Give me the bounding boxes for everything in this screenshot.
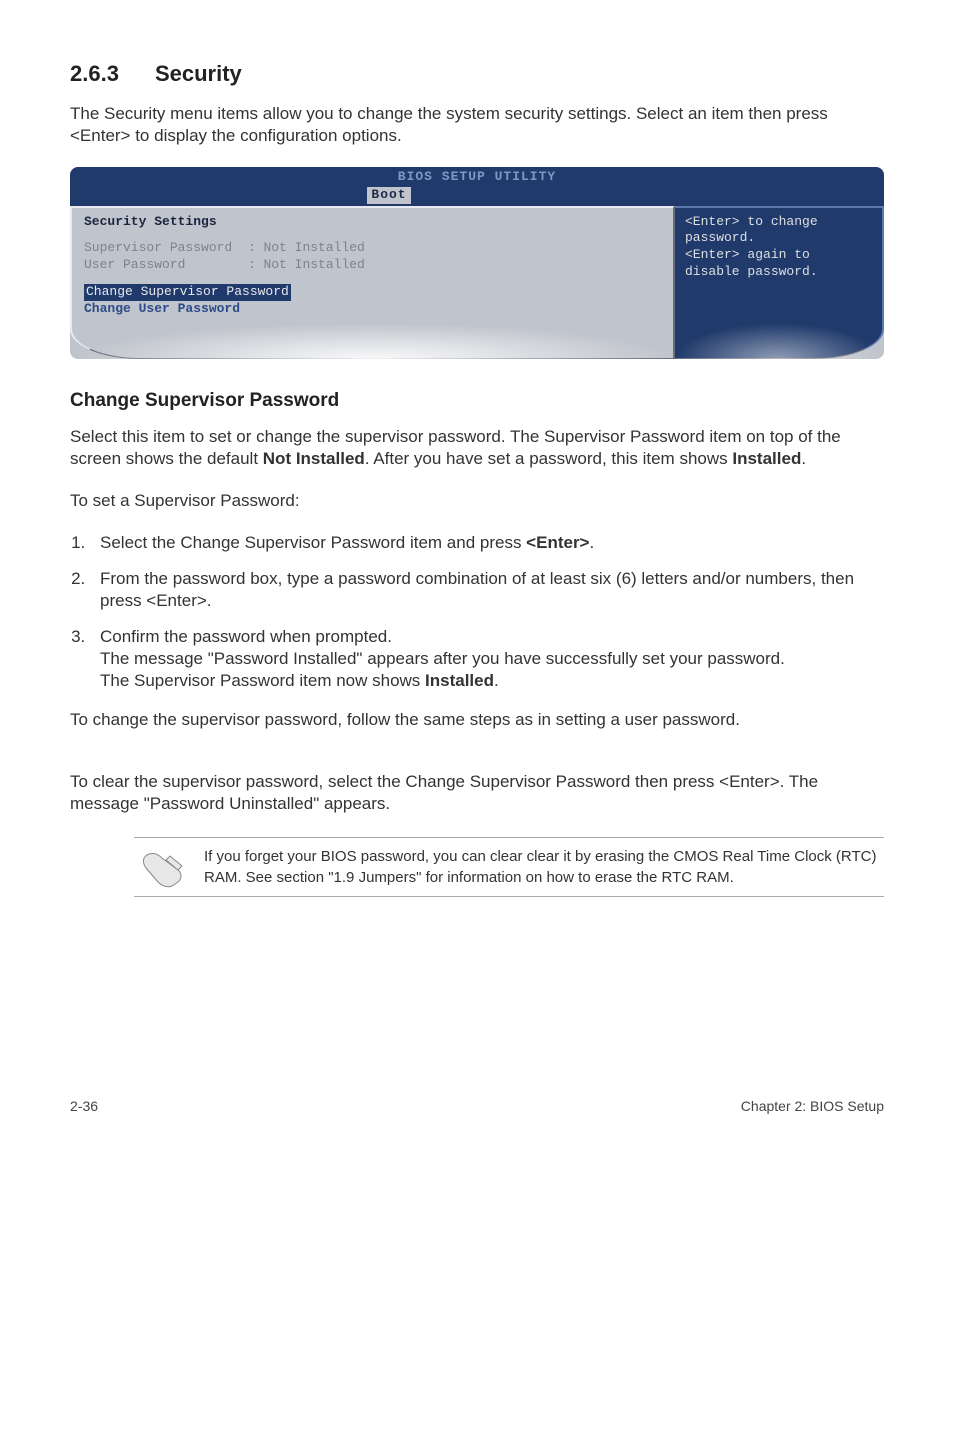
supervisor-password-row: Supervisor Password : Not Installed bbox=[84, 240, 661, 257]
bios-help-pane: <Enter> to change password. <Enter> agai… bbox=[674, 206, 884, 359]
help-line: disable password. bbox=[685, 264, 872, 281]
help-line: <Enter> to change bbox=[685, 214, 872, 231]
subheading: Change Supervisor Password bbox=[70, 389, 884, 414]
paragraph: To set a Supervisor Password: bbox=[70, 490, 884, 512]
help-line: password. bbox=[685, 230, 872, 247]
bios-header: BIOS SETUP UTILITY Boot bbox=[70, 167, 884, 206]
intro-paragraph: The Security menu items allow you to cha… bbox=[70, 103, 884, 147]
section-title: Security bbox=[155, 61, 242, 86]
bios-left-pane: Security Settings Supervisor Password : … bbox=[70, 206, 674, 359]
page-number: 2-36 bbox=[70, 1097, 98, 1115]
steps-list: Select the Change Supervisor Password it… bbox=[90, 532, 884, 693]
bios-tab: Boot bbox=[367, 187, 410, 204]
list-item: Confirm the password when prompted. The … bbox=[90, 626, 884, 692]
list-item: From the password box, type a password c… bbox=[90, 568, 884, 612]
note-text: If you forget your BIOS password, you ca… bbox=[204, 846, 884, 888]
bios-screenshot: BIOS SETUP UTILITY Boot Security Setting… bbox=[70, 167, 884, 359]
section-number: 2.6.3 bbox=[70, 61, 119, 86]
bios-title: BIOS SETUP UTILITY bbox=[70, 169, 884, 186]
note-block: If you forget your BIOS password, you ca… bbox=[134, 837, 884, 897]
paragraph: Select this item to set or change the su… bbox=[70, 426, 884, 470]
section-heading: 2.6.3 Security bbox=[70, 60, 884, 89]
change-user-password-item[interactable]: Change User Password bbox=[84, 301, 661, 318]
change-supervisor-password-item[interactable]: Change Supervisor Password bbox=[84, 284, 661, 301]
security-settings-title: Security Settings bbox=[84, 214, 661, 231]
list-item: Select the Change Supervisor Password it… bbox=[90, 532, 884, 554]
hand-pointing-icon bbox=[142, 848, 186, 888]
paragraph: To change the supervisor password, follo… bbox=[70, 709, 884, 731]
help-line: <Enter> again to bbox=[685, 247, 872, 264]
user-password-row: User Password : Not Installed bbox=[84, 257, 661, 274]
paragraph: To clear the supervisor password, select… bbox=[70, 771, 884, 815]
chapter-label: Chapter 2: BIOS Setup bbox=[741, 1097, 884, 1115]
page-footer: 2-36 Chapter 2: BIOS Setup bbox=[70, 1097, 884, 1115]
